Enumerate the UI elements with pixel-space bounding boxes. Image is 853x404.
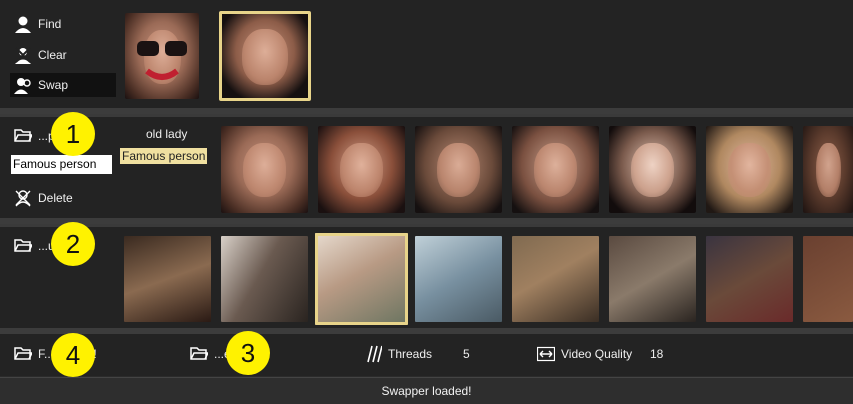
folder-icon xyxy=(14,237,34,255)
controls-bar: F... loaded! ...e... ut Threads 5 Video … xyxy=(0,334,853,376)
face-thumb-7[interactable] xyxy=(803,126,853,213)
threads-icon xyxy=(364,345,383,363)
tag-old-lady[interactable]: old lady xyxy=(146,127,187,141)
folder-icon xyxy=(190,345,210,363)
target-thumb-1[interactable] xyxy=(124,236,211,322)
face-thumb-4[interactable] xyxy=(512,126,599,213)
source-face-1[interactable] xyxy=(125,13,199,99)
target-thumb-4[interactable] xyxy=(415,236,502,322)
face-name-input[interactable]: Famous person xyxy=(11,155,112,174)
find-button[interactable]: Find xyxy=(10,13,65,35)
targets-panel: ...u...2 xyxy=(0,224,853,328)
annotation-marker-1: 1 xyxy=(51,112,95,156)
person-icon xyxy=(14,15,32,33)
video-quality-control[interactable]: Video Quality xyxy=(533,343,636,365)
status-text: Swapper loaded! xyxy=(381,384,472,398)
status-bar: Swapper loaded! xyxy=(0,377,853,404)
sunglasses-face xyxy=(137,41,187,80)
folder-icon xyxy=(14,345,34,363)
source-face-2-selected[interactable] xyxy=(219,11,311,101)
annotation-marker-4: 4 xyxy=(51,333,95,377)
source-panel: Find Clear Swap xyxy=(0,0,853,108)
target-thumb-2[interactable] xyxy=(221,236,308,322)
resize-horizontal-icon xyxy=(536,345,556,363)
face-name-input-value: Famous person xyxy=(13,157,97,171)
annotation-marker-2: 2 xyxy=(51,222,95,266)
threads-control[interactable]: Threads xyxy=(360,343,436,365)
face-thumb-3[interactable] xyxy=(415,126,502,213)
delete-button[interactable]: Delete xyxy=(10,187,77,209)
threads-label: Threads xyxy=(388,347,433,361)
target-thumb-5[interactable] xyxy=(512,236,599,322)
target-thumb-7[interactable] xyxy=(706,236,793,322)
video-quality-value[interactable]: 18 xyxy=(650,347,663,361)
face-thumb-2[interactable] xyxy=(318,126,405,213)
swap-person-icon xyxy=(14,76,32,94)
video-quality-label: Video Quality xyxy=(561,347,633,361)
annotation-marker-3: 3 xyxy=(226,331,270,375)
target-thumb-3-selected[interactable] xyxy=(315,233,408,325)
delete-label: Delete xyxy=(38,191,73,205)
folder-icon xyxy=(14,127,34,145)
target-thumb-6[interactable] xyxy=(609,236,696,322)
face-thumb-1[interactable] xyxy=(221,126,308,213)
tag-famous-person[interactable]: Famous person xyxy=(120,148,208,164)
clear-person-icon xyxy=(14,46,32,64)
face-thumb-6[interactable] xyxy=(706,126,793,213)
find-label: Find xyxy=(38,17,62,31)
face-thumb-5[interactable] xyxy=(609,126,696,213)
target-thumb-8[interactable] xyxy=(803,236,853,322)
swap-label: Swap xyxy=(38,78,69,92)
clear-label: Clear xyxy=(38,48,67,62)
threads-value[interactable]: 5 xyxy=(463,347,470,361)
swap-button[interactable]: Swap xyxy=(10,73,116,97)
delete-person-icon xyxy=(14,189,32,207)
faces-panel: ...p...2 Famous person Delete old lady F… xyxy=(0,114,853,218)
clear-button[interactable]: Clear xyxy=(10,44,71,66)
